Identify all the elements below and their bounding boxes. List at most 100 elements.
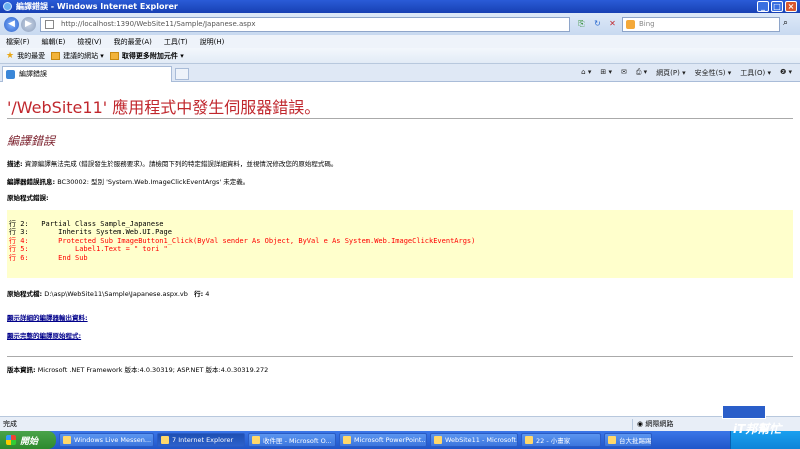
suggested-sites-button[interactable]: 建議的網站 ▾	[51, 51, 104, 61]
source-file-path: D:\asp\WebSite11\Sample\Japanese.aspx.vb	[44, 290, 188, 298]
page-icon	[45, 20, 54, 29]
description-label: 描述:	[7, 160, 23, 168]
task-label: Windows Live Messen...	[74, 436, 152, 444]
page-content: '/WebSite11' 應用程式中發生伺服器錯誤。 編譯錯誤 描述: 資源編譯…	[0, 82, 800, 416]
version-label: 版本資訊:	[7, 366, 36, 374]
powerpoint-icon	[343, 436, 351, 444]
window-titlebar: 編譯錯誤 - Windows Internet Explorer _ □ ×	[0, 0, 800, 13]
menu-favorites[interactable]: 我的最愛(A)	[114, 37, 152, 47]
favorites-button[interactable]: ★ 我的最愛	[6, 51, 45, 61]
paint-icon	[525, 436, 533, 444]
windows-logo-icon	[6, 435, 16, 445]
outlook-icon	[252, 436, 260, 444]
ie-logo-icon	[3, 2, 12, 11]
task-label: 22 - 小畫家	[536, 437, 571, 445]
menu-help[interactable]: 說明(H)	[200, 37, 225, 47]
task-visual-studio[interactable]: WebSite11 - Microsoft...	[430, 433, 518, 447]
version-line: 版本資訊: Microsoft .NET Framework 版本:4.0.30…	[7, 364, 268, 374]
forward-button[interactable]: ▶	[21, 17, 36, 32]
tools-menu[interactable]: 工具(O) ▾	[740, 68, 771, 78]
search-placeholder: Bing	[639, 20, 655, 28]
show-compiler-output-link[interactable]: 顯示詳細的編譯器輸出資料:	[7, 314, 88, 322]
task-powerpoint[interactable]: Microsoft PowerPoint...	[339, 433, 427, 447]
star-icon: ★	[6, 50, 15, 61]
compiler-message-label: 編譯器錯誤訊息:	[7, 178, 56, 186]
addons-icon	[109, 51, 119, 60]
bing-icon	[626, 20, 635, 29]
address-text: http://localhost:1390/WebSite11/Sample/J…	[61, 20, 256, 28]
description-text: 資源編譯無法完成 (錯誤發生於服務要求)。請檢閱下列的特定錯誤詳細資料，並視情況…	[24, 160, 338, 168]
new-tab-button[interactable]	[175, 68, 189, 80]
feeds-icon[interactable]: ⊞ ▾	[600, 68, 612, 78]
source-file-line: 原始程式檔: D:\asp\WebSite11\Sample\Japanese.…	[7, 288, 209, 298]
tab-label: 編譯錯誤	[19, 70, 47, 78]
tab-current[interactable]: 編譯錯誤	[2, 66, 172, 82]
start-button[interactable]: 開始	[0, 431, 56, 449]
task-paint[interactable]: 22 - 小畫家	[521, 433, 601, 447]
safety-menu[interactable]: 安全性(S) ▾	[695, 68, 732, 78]
code-line: 行 6: End Sub	[9, 253, 88, 262]
task-outlook[interactable]: 收件匣 - Microsoft O...	[248, 433, 336, 447]
get-addons-button[interactable]: 取得更多附加元件 ▾	[109, 51, 184, 61]
zone-label: 網際網路	[645, 420, 674, 428]
full-source-row: 顯示完整的編譯原始程式:	[7, 330, 81, 340]
source-code-block: 行 2: Partial Class Sample_Japanese 行 3: I…	[7, 210, 793, 278]
compat-view-icon[interactable]: ⎘	[576, 18, 587, 29]
page-subtitle: 編譯錯誤	[7, 134, 56, 148]
stop-icon[interactable]: ✕	[607, 18, 618, 29]
code-line: 行 5: Label1.Text = " tori "	[9, 245, 168, 254]
address-bar-row: ◀ ▶ http://localhost:1390/WebSite11/Samp…	[0, 13, 800, 35]
suggested-sites-icon	[51, 51, 61, 60]
taskbar: 開始 Windows Live Messen... 7 Internet Exp…	[0, 431, 800, 449]
menu-view[interactable]: 檢視(V)	[77, 37, 101, 47]
search-icon[interactable]: ⌕	[783, 18, 788, 28]
security-zone[interactable]: ◉ 網際網路	[632, 419, 673, 430]
task-label: 台大批踢踢實業坊 - ...	[619, 437, 652, 445]
visual-studio-icon	[434, 436, 442, 444]
favorites-label: 我的最愛	[17, 51, 46, 60]
source-error-label: 原始程式錯誤:	[7, 194, 49, 202]
menu-tools[interactable]: 工具(T)	[164, 37, 188, 47]
ptt-icon	[608, 436, 616, 444]
command-bar: ⌂ ▾ ⊞ ▾ ✉ ⎙ ▾ 網頁(P) ▾ 安全性(S) ▾ 工具(O) ▾ ❷…	[572, 68, 792, 78]
source-file-label: 原始程式檔:	[7, 290, 43, 298]
task-label: WebSite11 - Microsoft...	[445, 436, 518, 444]
mail-icon[interactable]: ✉	[621, 68, 627, 78]
menu-file[interactable]: 檔案(F)	[6, 37, 30, 47]
home-icon[interactable]: ⌂ ▾	[581, 68, 591, 78]
start-label: 開始	[20, 436, 39, 447]
back-button[interactable]: ◀	[4, 17, 19, 32]
maximize-button[interactable]: □	[771, 1, 783, 12]
footer-divider	[7, 356, 793, 357]
print-icon[interactable]: ⎙ ▾	[636, 68, 647, 78]
task-label: 收件匣 - Microsoft O...	[263, 437, 332, 445]
task-ptt[interactable]: 台大批踢踢實業坊 - ...	[604, 433, 652, 447]
search-input[interactable]: Bing	[622, 17, 780, 32]
menu-edit[interactable]: 編輯(E)	[42, 37, 66, 47]
messenger-icon	[63, 436, 71, 444]
language-bar[interactable]	[722, 405, 766, 419]
task-messenger[interactable]: Windows Live Messen...	[59, 433, 154, 447]
page-menu[interactable]: 網頁(P) ▾	[656, 68, 685, 78]
line-label: 行:	[194, 290, 204, 298]
code-line-error: 行 4: Protected Sub ImageButton1_Click(By…	[9, 236, 476, 245]
help-menu[interactable]: ❷ ▾	[780, 68, 792, 78]
favorites-bar: ★ 我的最愛 建議的網站 ▾ 取得更多附加元件 ▾	[0, 48, 800, 64]
line-value: 4	[205, 290, 210, 298]
task-label: Microsoft PowerPoint...	[354, 436, 427, 444]
ie-icon	[161, 436, 169, 444]
address-input[interactable]: http://localhost:1390/WebSite11/Sample/J…	[40, 17, 570, 32]
detailed-output-row: 顯示詳細的編譯器輸出資料:	[7, 312, 88, 322]
task-ie[interactable]: 7 Internet Explorer	[157, 433, 245, 447]
close-button[interactable]: ×	[785, 1, 797, 12]
version-text: Microsoft .NET Framework 版本:4.0.30319; A…	[37, 366, 269, 374]
menu-bar: 檔案(F) 編輯(E) 檢視(V) 我的最愛(A) 工具(T) 說明(H)	[0, 35, 800, 48]
status-bar: 完成 ◉ 網際網路	[0, 416, 800, 431]
minimize-button[interactable]: _	[757, 1, 769, 12]
show-full-source-link[interactable]: 顯示完整的編譯原始程式:	[7, 332, 81, 340]
refresh-icon[interactable]: ↻	[592, 18, 603, 29]
page-title: '/WebSite11' 應用程式中發生伺服器錯誤。	[7, 98, 321, 117]
source-error-line: 原始程式錯誤:	[7, 192, 49, 202]
get-addons-label: 取得更多附加元件 ▾	[121, 51, 184, 60]
ithome-watermark: iT邦幫忙	[733, 422, 782, 436]
